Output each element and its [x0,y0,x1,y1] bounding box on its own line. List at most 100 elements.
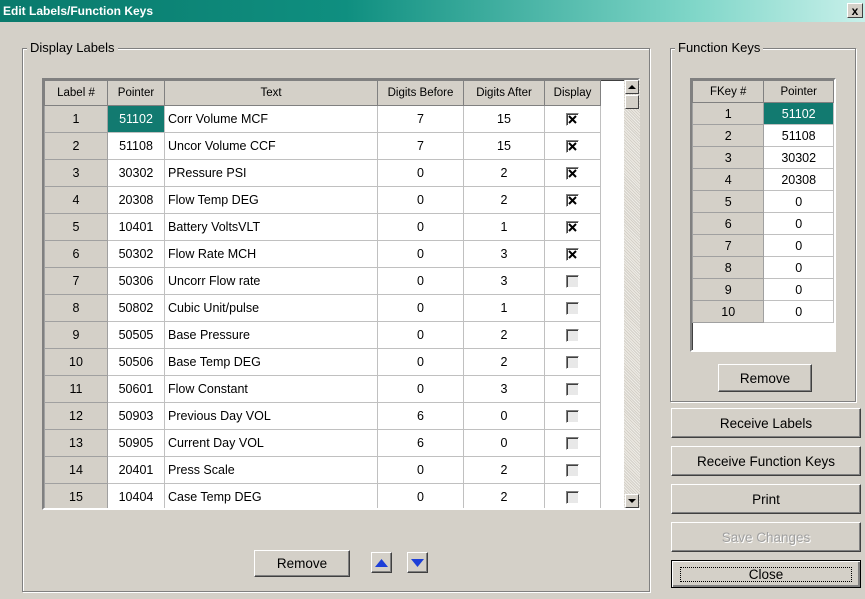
label-text-cell[interactable]: Battery VoltsVLT [164,213,378,241]
digits-before-cell[interactable]: 6 [377,402,464,430]
fkey-row[interactable]: 2 51108 [692,124,834,147]
pointer-cell[interactable]: 50302 [107,240,165,268]
pointer-cell[interactable]: 51108 [107,132,165,160]
digits-after-cell[interactable]: 0 [463,429,545,457]
col-header-display[interactable]: Display [544,80,601,106]
display-labels-grid[interactable]: Label # Pointer Text Digits Before Digit… [42,78,640,510]
fkey-row[interactable]: 10 0 [692,300,834,323]
digits-after-cell[interactable]: 0 [463,402,545,430]
digits-before-cell[interactable]: 0 [377,213,464,241]
label-row[interactable]: 12 50903 Previous Day VOL 6 0 [44,402,601,430]
display-checkbox-unchecked[interactable] [566,410,579,424]
label-text-cell[interactable]: Case Temp DEG [164,483,378,508]
label-text-cell[interactable]: Flow Constant [164,375,378,403]
pointer-cell[interactable]: 50903 [107,402,165,430]
label-row[interactable]: 1 51102 Corr Volume MCF 7 15 [44,105,601,133]
digits-before-cell[interactable]: 0 [377,483,464,508]
col-header-digits-before[interactable]: Digits Before [377,80,464,106]
digits-after-cell[interactable]: 1 [463,294,545,322]
fkey-pointer-cell[interactable]: 0 [763,190,834,213]
print-button[interactable]: Print [671,484,861,514]
fkey-pointer-cell[interactable]: 51102 [763,102,834,125]
fkey-row[interactable]: 1 51102 [692,102,834,125]
pointer-cell[interactable]: 50601 [107,375,165,403]
display-checkbox-unchecked[interactable] [566,329,579,343]
fkey-row[interactable]: 4 20308 [692,168,834,191]
label-row[interactable]: 5 10401 Battery VoltsVLT 0 1 [44,213,601,241]
digits-before-cell[interactable]: 0 [377,294,464,322]
label-text-cell[interactable]: Uncorr Flow rate [164,267,378,295]
scroll-up-button[interactable] [625,80,639,94]
digits-before-cell[interactable]: 0 [377,159,464,187]
digits-after-cell[interactable]: 3 [463,267,545,295]
digits-before-cell[interactable]: 0 [377,240,464,268]
window-close-icon[interactable]: x [847,3,863,18]
fkey-pointer-cell[interactable]: 0 [763,256,834,279]
digits-before-cell[interactable]: 7 [377,132,464,160]
pointer-cell[interactable]: 30302 [107,159,165,187]
display-checkbox-unchecked[interactable] [566,491,579,505]
scroll-down-button[interactable] [625,494,639,508]
display-checkbox-unchecked[interactable] [566,437,579,451]
label-text-cell[interactable]: Flow Rate MCH [164,240,378,268]
digits-after-cell[interactable]: 2 [463,348,545,376]
fkey-row[interactable]: 70 [692,234,834,257]
fkey-row[interactable]: 3 30302 [692,146,834,169]
digits-before-cell[interactable]: 0 [377,321,464,349]
digits-after-cell[interactable]: 3 [463,240,545,268]
label-row[interactable]: 4 20308 Flow Temp DEG 0 2 [44,186,601,214]
digits-before-cell[interactable]: 7 [377,105,464,133]
label-text-cell[interactable]: Base Temp DEG [164,348,378,376]
fkey-pointer-cell[interactable]: 51108 [763,124,834,147]
digits-before-cell[interactable]: 0 [377,456,464,484]
label-row[interactable]: 3 30302 PRessure PSI 0 2 [44,159,601,187]
col-header-fkey-pointer[interactable]: Pointer [763,80,834,103]
display-checkbox-checked[interactable] [566,248,579,262]
display-checkbox-unchecked[interactable] [566,302,579,316]
label-text-cell[interactable]: Cubic Unit/pulse [164,294,378,322]
fkey-row[interactable]: 80 [692,256,834,279]
display-labels-scrollbar[interactable] [624,80,640,508]
col-header-pointer[interactable]: Pointer [107,80,165,106]
col-header-digits-after[interactable]: Digits After [463,80,545,106]
pointer-cell[interactable]: 20308 [107,186,165,214]
digits-after-cell[interactable]: 2 [463,321,545,349]
label-text-cell[interactable]: Uncor Volume CCF [164,132,378,160]
display-checkbox-unchecked[interactable] [566,383,579,397]
scroll-thumb[interactable] [625,95,639,109]
display-checkbox-checked[interactable] [566,113,579,127]
col-header-label-num[interactable]: Label # [44,80,108,106]
digits-after-cell[interactable]: 2 [463,186,545,214]
pointer-cell[interactable]: 50905 [107,429,165,457]
digits-after-cell[interactable]: 2 [463,483,545,508]
label-text-cell[interactable]: Flow Temp DEG [164,186,378,214]
digits-after-cell[interactable]: 1 [463,213,545,241]
label-text-cell[interactable]: Base Pressure [164,321,378,349]
fkey-pointer-cell[interactable]: 20308 [763,168,834,191]
pointer-cell[interactable]: 51102 [107,105,165,133]
pointer-cell[interactable]: 50505 [107,321,165,349]
fkey-pointer-cell[interactable]: 0 [763,234,834,257]
function-keys-grid[interactable]: FKey # Pointer 1 51102 2 51108 3 30302 4 20308 5… [690,78,836,352]
label-row[interactable]: 7 50306 Uncorr Flow rate 0 3 [44,267,601,295]
move-up-button[interactable] [371,552,392,573]
label-row[interactable]: 15 10404 Case Temp DEG 0 2 [44,483,601,508]
close-button[interactable]: Close [671,560,861,588]
col-header-fkey-num[interactable]: FKey # [692,80,765,103]
pointer-cell[interactable]: 10404 [107,483,165,508]
receive-labels-button[interactable]: Receive Labels [671,408,861,438]
label-row[interactable]: 14 20401 Press Scale 0 2 [44,456,601,484]
label-text-cell[interactable]: PRessure PSI [164,159,378,187]
digits-before-cell[interactable]: 0 [377,348,464,376]
label-row[interactable]: 2 51108 Uncor Volume CCF 7 15 [44,132,601,160]
display-checkbox-unchecked[interactable] [566,464,579,478]
move-down-button[interactable] [407,552,428,573]
fkey-row[interactable]: 90 [692,278,834,301]
digits-after-cell[interactable]: 15 [463,105,545,133]
pointer-cell[interactable]: 50306 [107,267,165,295]
label-text-cell[interactable]: Press Scale [164,456,378,484]
label-row[interactable]: 6 50302 Flow Rate MCH 0 3 [44,240,601,268]
label-text-cell[interactable]: Previous Day VOL [164,402,378,430]
fkey-row[interactable]: 50 [692,190,834,213]
display-checkbox-checked[interactable] [566,167,579,181]
